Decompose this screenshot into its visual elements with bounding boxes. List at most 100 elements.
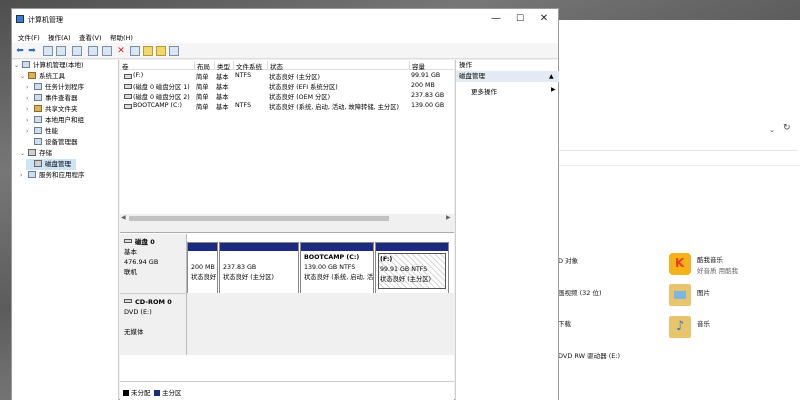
- check-icon[interactable]: [130, 46, 140, 56]
- cell-capacity: 200 MB: [411, 82, 435, 89]
- partition-size: 99.91 GB NTFS: [380, 266, 428, 273]
- table-row[interactable]: (磁盘 0 磁盘分区 2) 简单 基本 状态良好 (OEM 分区) 237.83…: [120, 91, 454, 101]
- bg-item-music[interactable]: 音乐: [697, 318, 710, 328]
- actions-section-label: 磁盘管理: [459, 72, 485, 80]
- tree-event-viewer[interactable]: › 事件查看器: [26, 93, 78, 104]
- horizontal-scrollbar[interactable]: ◀ ▶: [120, 214, 454, 223]
- scrollbar-thumb[interactable]: [129, 216, 389, 221]
- partition-size: 200 MB: [191, 264, 215, 271]
- tree-root[interactable]: ⌄ 计算机管理(本地): [14, 60, 84, 71]
- cell-layout: 简单: [196, 104, 209, 111]
- forward-icon[interactable]: ➡: [27, 46, 37, 56]
- menu-view[interactable]: 查看(V): [79, 32, 102, 42]
- tree-local-users[interactable]: › 本地用户和组: [26, 115, 84, 126]
- bg-item-videos[interactable]: 画视频 (32 位): [558, 287, 601, 297]
- tree-local-users-label: 本地用户和组: [45, 116, 84, 124]
- bg-item-dvd-drive[interactable]: DVD RW 驱动器 (E:): [558, 350, 620, 360]
- bg-item-kuwo-sub: 好音质 用酷我: [697, 267, 739, 275]
- maximize-button[interactable]: ☐: [510, 12, 530, 26]
- cell-type: 基本: [216, 84, 229, 91]
- menu-help[interactable]: 帮助(H): [110, 32, 133, 42]
- scroll-right-icon[interactable]: ▶: [446, 214, 451, 221]
- disk-0-name: 磁盘 0: [135, 238, 155, 246]
- table-row[interactable]: (F:) 简单 基本 NTFS 状态良好 (主分区) 99.91 GB: [120, 71, 454, 81]
- show-tree-icon[interactable]: [56, 46, 66, 56]
- help-icon[interactable]: [88, 46, 98, 56]
- partition-name: (F:): [380, 256, 393, 263]
- view-icon[interactable]: [169, 46, 179, 56]
- refresh-icon[interactable]: ↻: [783, 123, 791, 133]
- legend-unallocated-label: 未分配: [131, 389, 151, 397]
- table-row[interactable]: BOOTCAMP (C:) 简单 基本 NTFS 状态良好 (系统, 启动, 活…: [120, 101, 454, 111]
- cell-volume: (磁盘 0 磁盘分区 1): [122, 82, 194, 91]
- pane-splitter[interactable]: [120, 223, 454, 233]
- menu-action[interactable]: 操作(A): [48, 32, 71, 42]
- cdrom-name: CD-ROM 0: [135, 298, 172, 306]
- scroll-left-icon[interactable]: ◀: [121, 214, 126, 221]
- tree-task-scheduler[interactable]: › 任务计划程序: [26, 82, 84, 93]
- up-folder-icon[interactable]: [43, 46, 53, 56]
- partition-status: 状态良好 (主分区): [380, 276, 431, 283]
- tree-device-manager[interactable]: 设备管理器: [26, 137, 78, 148]
- partition-efi[interactable]: 200 MB 状态良好: [187, 242, 218, 296]
- cell-status: 状态良好 (EFI 系统分区): [269, 84, 338, 91]
- col-volume[interactable]: 卷: [120, 61, 129, 71]
- col-layout[interactable]: 布局: [194, 61, 210, 71]
- bg-item-kuwo[interactable]: 酷我音乐: [697, 254, 723, 264]
- hard-disk-icon: [124, 239, 132, 243]
- close-button[interactable]: ✕: [534, 12, 554, 26]
- chevron-right-icon[interactable]: ▶: [551, 86, 556, 93]
- cell-volume: BOOTCAMP (C:): [122, 102, 194, 109]
- partition-size: 139.00 GB NTFS: [304, 264, 356, 271]
- actions-section-disk-management[interactable]: 磁盘管理 ▲: [456, 71, 559, 82]
- bg-item-pictures[interactable]: 图片: [697, 287, 710, 297]
- bg-item-objects[interactable]: D 对象: [558, 255, 578, 265]
- disk-graphical-view: 磁盘 0 基本 476.94 GB 联机 200 MB 状态良好 237.83 G…: [120, 234, 454, 380]
- partition-oem[interactable]: 237.83 GB 状态良好 (主分区): [219, 242, 299, 296]
- cdrom-0-label[interactable]: CD-ROM 0 DVD (E:) 无媒体: [120, 293, 187, 355]
- col-type[interactable]: 类型: [214, 61, 230, 71]
- bg-item-downloads[interactable]: 下载: [558, 318, 571, 328]
- partition-bootcamp-c[interactable]: BOOTCAMP (C:) 139.00 GB NTFS 状态良好 (系统, 启动,…: [300, 242, 374, 296]
- tree-task-scheduler-label: 任务计划程序: [45, 83, 84, 91]
- connect-icon[interactable]: [102, 46, 112, 56]
- table-row[interactable]: (磁盘 0 磁盘分区 1) 简单 基本 状态良好 (EFI 系统分区) 200 …: [120, 81, 454, 91]
- col-status[interactable]: 状态: [267, 61, 283, 71]
- search-folder-icon[interactable]: [156, 46, 166, 56]
- partition-name: [223, 253, 295, 263]
- title-bar[interactable]: 计算机管理 — ☐ ✕: [12, 9, 558, 29]
- folder-icon[interactable]: [143, 46, 153, 56]
- address-bar[interactable]: ⌄ ↻: [540, 111, 798, 151]
- cell-type: 基本: [216, 74, 229, 81]
- tree-services[interactable]: › 服务和应用程序: [20, 170, 85, 181]
- tree-storage-label: 存储: [39, 149, 52, 157]
- back-icon[interactable]: ⬅: [15, 46, 25, 56]
- tree-services-label: 服务和应用程序: [39, 171, 85, 179]
- tree-disk-management[interactable]: 磁盘管理: [26, 159, 76, 170]
- delete-icon[interactable]: ✕: [116, 46, 126, 56]
- more-actions[interactable]: 更多操作: [471, 86, 497, 96]
- chevron-down-icon[interactable]: ⌄: [769, 126, 775, 134]
- legend: 未分配 主分区: [120, 381, 454, 400]
- tree-storage[interactable]: ⌄ 存储: [20, 148, 52, 159]
- cell-layout: 简单: [196, 94, 209, 101]
- menu-bar: 文件(F) 操作(A) 查看(V) 帮助(H): [12, 29, 558, 43]
- collapse-icon[interactable]: ▲: [549, 71, 554, 82]
- col-capacity[interactable]: 容量: [409, 61, 425, 71]
- tree-shared-folders[interactable]: › 共享文件夹: [26, 104, 78, 115]
- pictures-folder-icon[interactable]: [669, 284, 691, 306]
- partition-f[interactable]: (F:) 99.91 GB NTFS 状态良好 (主分区): [375, 242, 449, 296]
- music-folder-icon[interactable]: [669, 316, 691, 338]
- cell-status: 状态良好 (OEM 分区): [269, 94, 331, 101]
- tree-performance[interactable]: › 性能: [26, 126, 58, 137]
- cdrom-status: 无媒体: [124, 328, 144, 336]
- minimize-button[interactable]: —: [486, 12, 506, 26]
- properties-icon[interactable]: [72, 46, 82, 56]
- disk-0-label[interactable]: 磁盘 0 基本 476.94 GB 联机: [120, 234, 187, 293]
- computer-management-icon: [16, 15, 24, 23]
- kuwo-music-icon[interactable]: [669, 253, 691, 275]
- window-title: 计算机管理: [28, 16, 63, 24]
- col-filesystem[interactable]: 文件系统: [233, 61, 262, 71]
- tree-system-tools[interactable]: ⌄ 系统工具: [20, 71, 65, 82]
- menu-file[interactable]: 文件(F): [18, 32, 40, 42]
